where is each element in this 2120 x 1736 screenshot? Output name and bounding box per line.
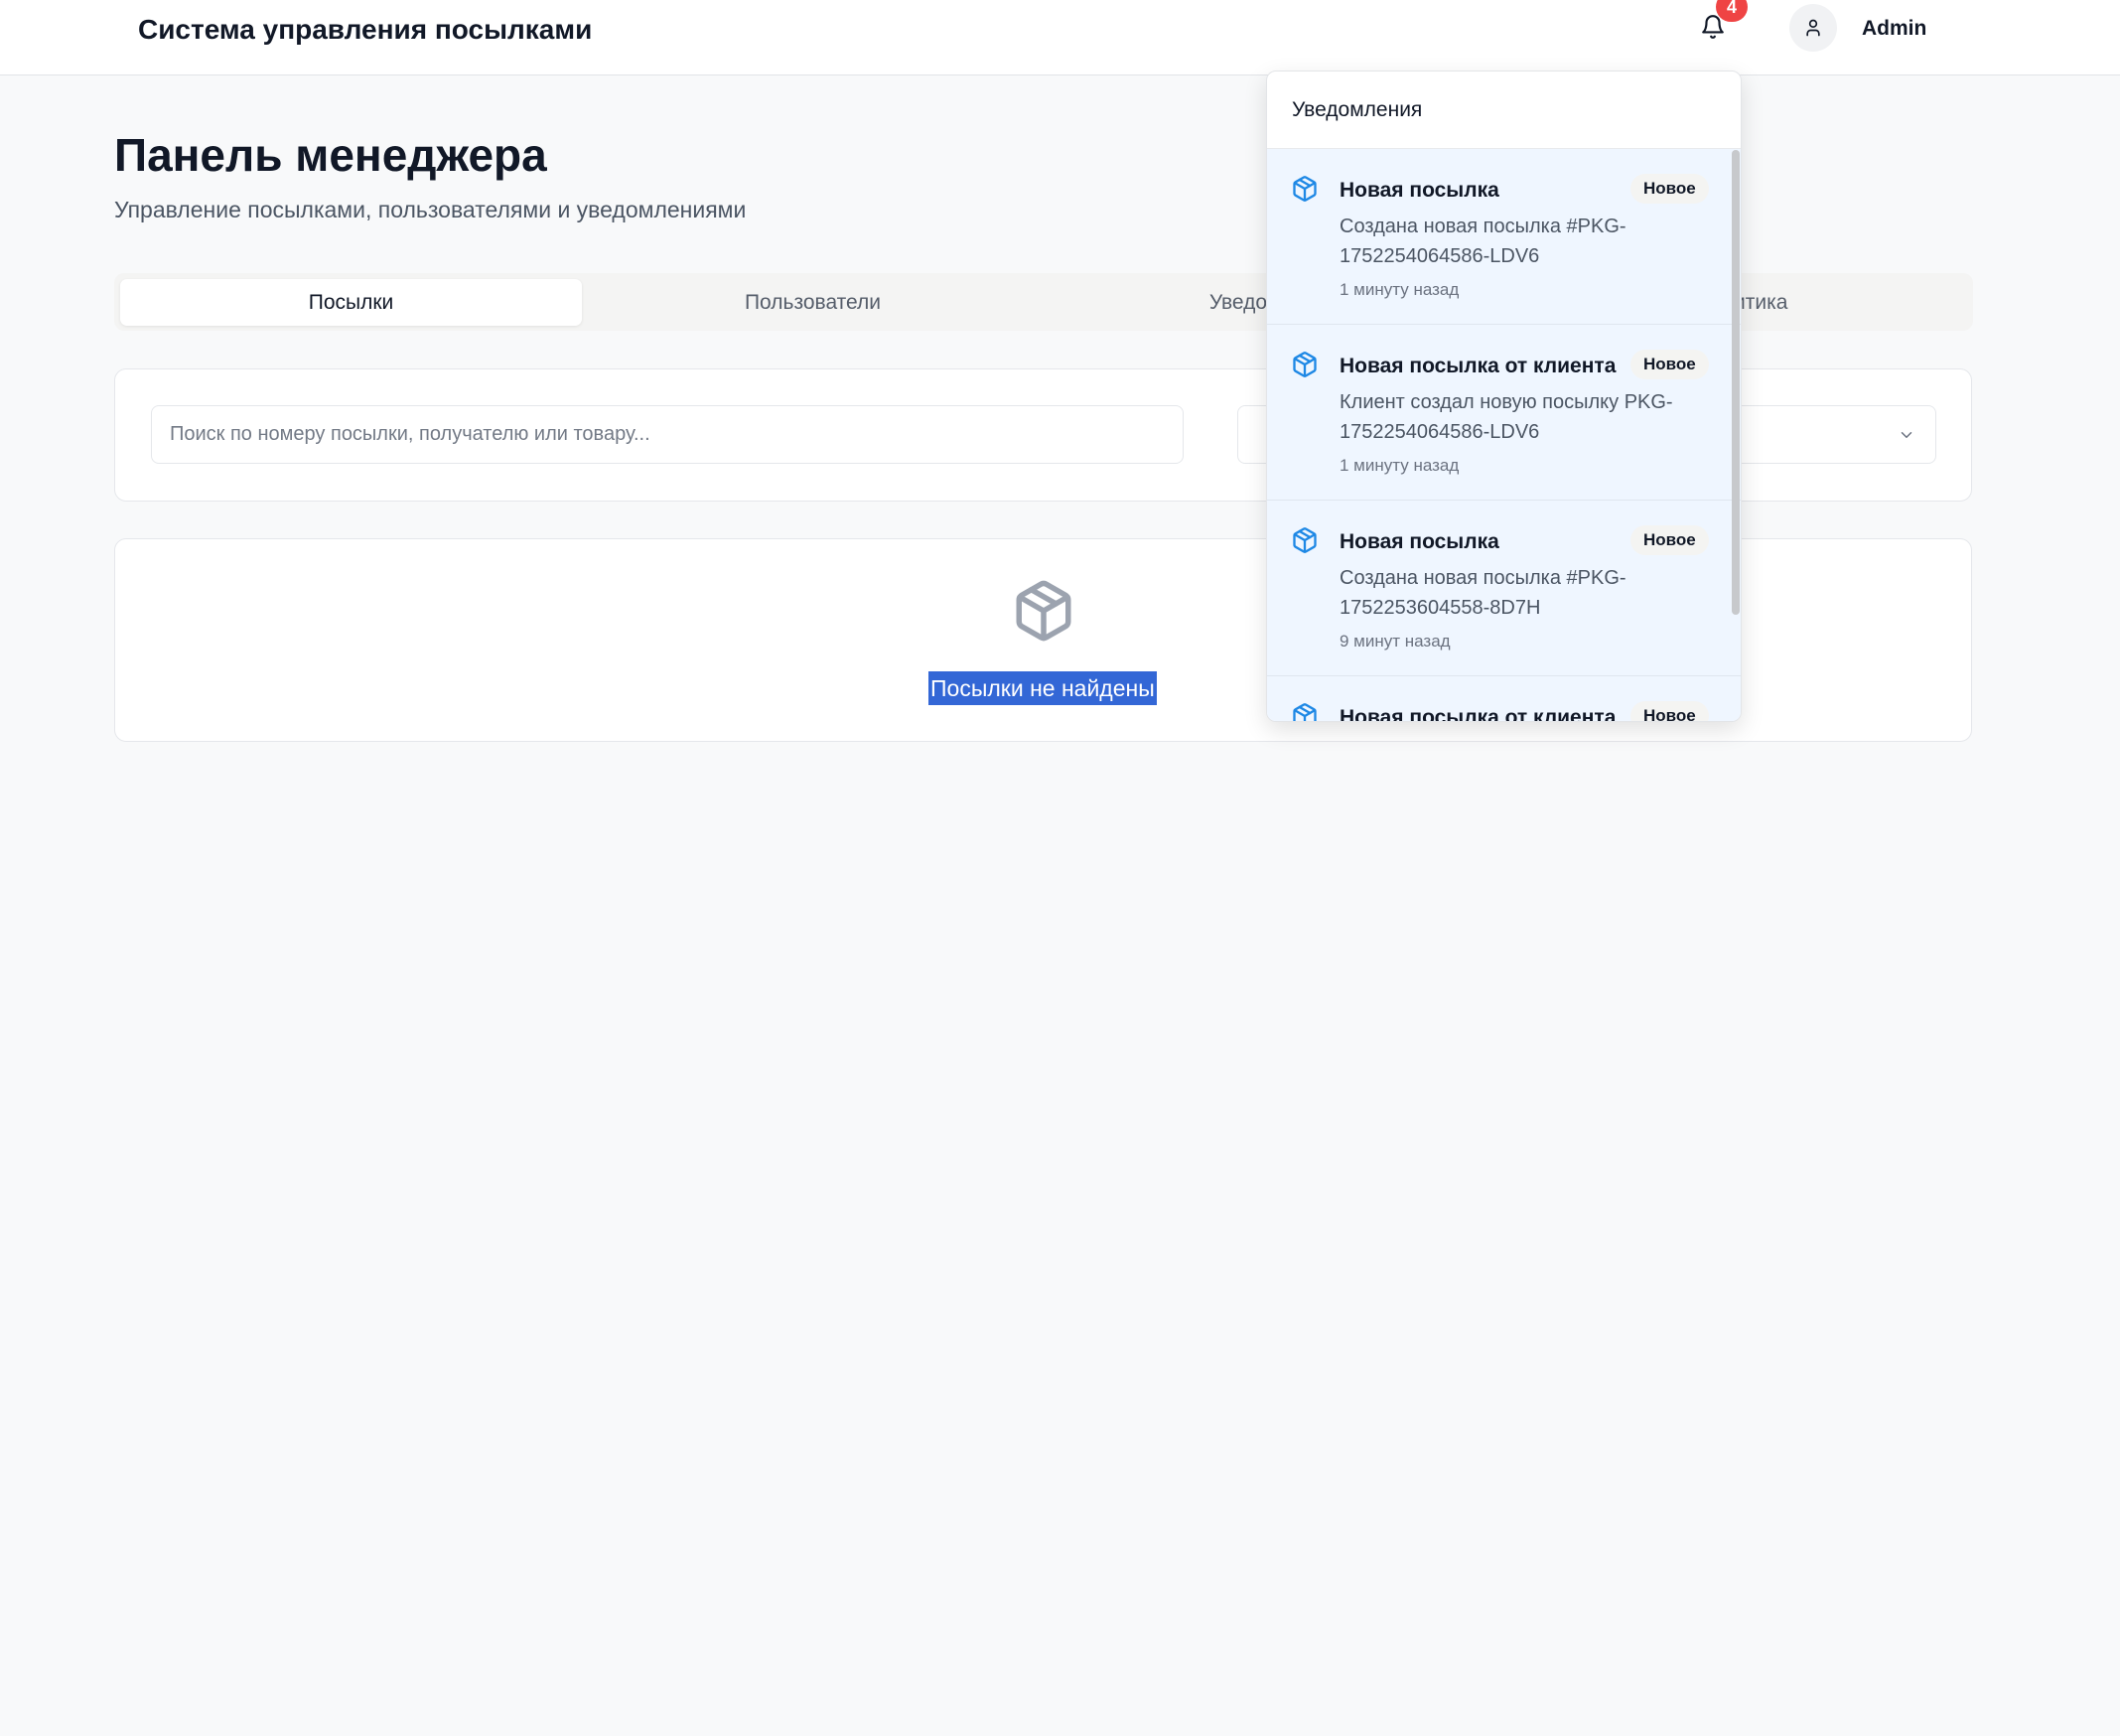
user-name[interactable]: Admin xyxy=(1862,14,1926,44)
notification-item[interactable]: Новая посылка Новое Создана новая посылк… xyxy=(1267,501,1741,676)
search-input[interactable] xyxy=(151,405,1184,464)
notification-count-badge: 4 xyxy=(1716,0,1748,22)
notification-message: Создана новая посылка #PKG-1752254064586… xyxy=(1340,216,1626,267)
notification-time: 1 минуту назад xyxy=(1340,456,1460,475)
page-subtitle: Управление посылками, пользователями и у… xyxy=(114,197,747,222)
notification-title: Новая посылка xyxy=(1340,179,1499,202)
notification-title: Новая посылка от клиента xyxy=(1340,706,1617,722)
notification-message: Клиент создал новую посылку PKG-17522540… xyxy=(1340,391,1673,443)
notifications-dropdown: Уведомления Новая посылка Новое Создана … xyxy=(1266,71,1742,722)
top-header: Система управления посылками 4 Admin xyxy=(0,0,2120,75)
notification-item[interactable]: Новая посылка от клиента Новое Клиент со… xyxy=(1267,325,1741,501)
notifications-scrollbar[interactable] xyxy=(1732,150,1740,615)
page-title: Панель менеджера xyxy=(114,129,547,181)
notification-item[interactable]: Новая посылка Новое Создана новая посылк… xyxy=(1267,149,1741,325)
notification-title: Новая посылка xyxy=(1340,530,1499,553)
package-icon xyxy=(1293,352,1317,377)
notification-message: Создана новая посылка #PKG-1752253604558… xyxy=(1340,567,1626,619)
notification-item[interactable]: Новая посылка от клиента Новое xyxy=(1267,676,1741,722)
package-icon xyxy=(1293,527,1317,553)
notification-new-badge: Новое xyxy=(1630,174,1709,204)
notification-title: Новая посылка от клиента xyxy=(1340,355,1617,377)
notification-new-badge: Новое xyxy=(1630,701,1709,721)
package-icon xyxy=(1293,703,1317,721)
notification-new-badge: Новое xyxy=(1630,525,1709,555)
tab-users[interactable]: Пользователи xyxy=(582,279,1044,326)
notification-time: 1 минуту назад xyxy=(1340,280,1460,299)
notifications-list: Новая посылка Новое Создана новая посылк… xyxy=(1267,149,1741,722)
chevron-down-icon xyxy=(1901,432,1912,438)
package-icon xyxy=(1016,580,1071,642)
tab-parcels[interactable]: Посылки xyxy=(120,279,582,326)
avatar[interactable] xyxy=(1789,4,1837,52)
user-icon xyxy=(1806,19,1820,37)
notifications-title: Уведомления xyxy=(1267,72,1741,149)
package-icon xyxy=(1293,176,1317,202)
notification-time: 9 минут назад xyxy=(1340,632,1451,651)
notification-new-badge: Новое xyxy=(1630,350,1709,379)
app-title: Система управления посылками xyxy=(138,14,593,45)
empty-state-text: Посылки не найдены xyxy=(928,671,1157,705)
